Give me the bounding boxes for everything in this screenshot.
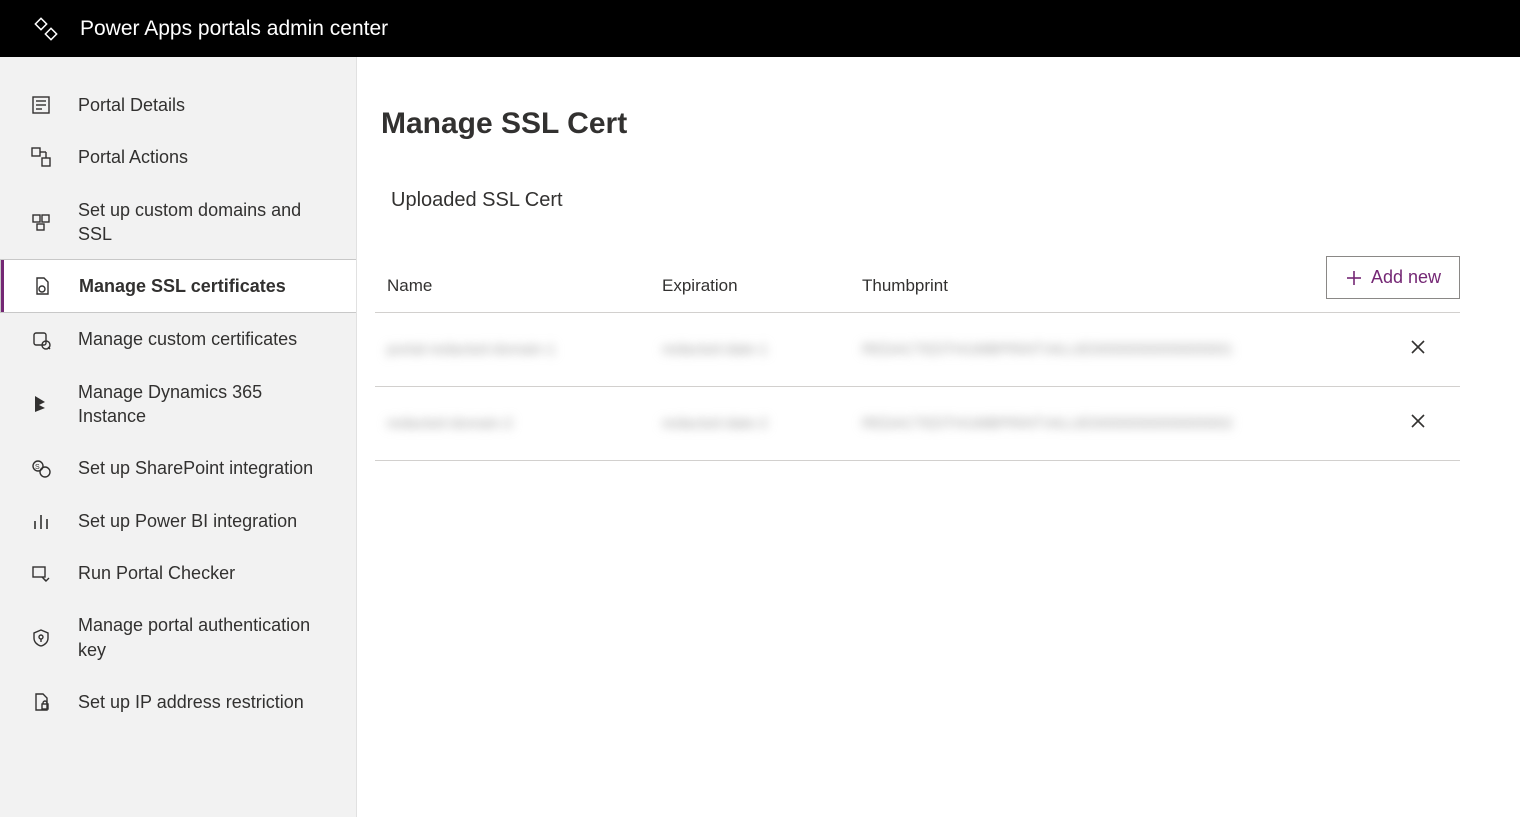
auth-key-icon — [30, 628, 52, 648]
sidebar-item-label: Manage Dynamics 365 Instance — [78, 380, 328, 429]
sidebar-item-manage-ssl[interactable]: Manage SSL certificates — [0, 259, 356, 313]
cell-thumbprint: REDACTEDTHUMBPRINTVALUE00000000000000001 — [862, 341, 1388, 358]
app-title: Power Apps portals admin center — [80, 17, 388, 41]
delete-row-button[interactable] — [1408, 337, 1428, 357]
sidebar-item-sharepoint[interactable]: S Set up SharePoint integration — [0, 442, 356, 494]
cell-name: redacted-domain-2 — [387, 415, 662, 432]
sidebar-item-label: Portal Actions — [78, 145, 188, 169]
sidebar-item-auth-key[interactable]: Manage portal authentication key — [0, 599, 356, 676]
cell-expiration: redacted-date-1 — [662, 341, 862, 358]
sidebar-item-custom-domains[interactable]: Set up custom domains and SSL — [0, 184, 356, 261]
col-header-expiration: Expiration — [662, 276, 862, 296]
sidebar-item-portal-actions[interactable]: Portal Actions — [0, 131, 356, 183]
sidebar-item-portal-checker[interactable]: Run Portal Checker — [0, 547, 356, 599]
domains-icon — [30, 212, 52, 232]
sidebar-item-label: Run Portal Checker — [78, 561, 235, 585]
ssl-cert-table: Name Expiration Thumbprint portal-redact… — [375, 262, 1460, 461]
sidebar-item-label: Set up custom domains and SSL — [78, 198, 328, 247]
dynamics-icon — [30, 394, 52, 414]
sidebar-item-custom-certs[interactable]: Manage custom certificates — [0, 313, 356, 365]
delete-row-button[interactable] — [1408, 411, 1428, 431]
col-header-thumbprint: Thumbprint — [862, 276, 1388, 296]
sidebar-item-portal-details[interactable]: Portal Details — [0, 79, 356, 131]
sharepoint-icon: S — [30, 459, 52, 479]
table-header: Name Expiration Thumbprint — [375, 262, 1460, 313]
powerbi-icon — [30, 511, 52, 531]
add-new-button[interactable]: Add new — [1326, 256, 1460, 299]
col-header-name: Name — [387, 276, 662, 296]
cell-name: portal-redacted-domain-1 — [387, 341, 662, 358]
sidebar-item-dynamics[interactable]: Manage Dynamics 365 Instance — [0, 366, 356, 443]
main-content: Manage SSL Cert Uploaded SSL Cert Add ne… — [357, 57, 1520, 817]
cell-expiration: redacted-date-2 — [662, 415, 862, 432]
custom-cert-icon — [30, 330, 52, 350]
page-title: Manage SSL Cert — [375, 107, 1460, 141]
section-title: Uploaded SSL Cert — [375, 189, 1460, 212]
sidebar-item-label: Set up IP address restriction — [78, 690, 304, 714]
add-new-label: Add new — [1371, 267, 1441, 288]
cert-icon — [31, 276, 53, 296]
cell-thumbprint: REDACTEDTHUMBPRINTVALUE00000000000000002 — [862, 415, 1388, 432]
svg-text:S: S — [35, 464, 40, 471]
top-bar: Power Apps portals admin center — [0, 0, 1520, 57]
plus-icon — [1345, 269, 1363, 287]
sidebar-item-label: Manage SSL certificates — [79, 274, 286, 298]
sidebar-item-label: Set up SharePoint integration — [78, 456, 313, 480]
sidebar-item-label: Manage portal authentication key — [78, 613, 328, 662]
sidebar: Portal Details Portal Actions Set up cus… — [0, 57, 357, 817]
sidebar-item-label: Portal Details — [78, 93, 185, 117]
table-row: portal-redacted-domain-1 redacted-date-1… — [375, 313, 1460, 387]
ip-restriction-icon — [30, 692, 52, 712]
sidebar-item-powerbi[interactable]: Set up Power BI integration — [0, 495, 356, 547]
actions-icon — [30, 147, 52, 167]
details-icon — [30, 95, 52, 115]
sidebar-item-ip-restriction[interactable]: Set up IP address restriction — [0, 676, 356, 728]
table-row: redacted-domain-2 redacted-date-2 REDACT… — [375, 387, 1460, 461]
checker-icon — [30, 563, 52, 583]
sidebar-item-label: Manage custom certificates — [78, 327, 297, 351]
app-logo-icon — [34, 17, 58, 41]
sidebar-item-label: Set up Power BI integration — [78, 509, 297, 533]
